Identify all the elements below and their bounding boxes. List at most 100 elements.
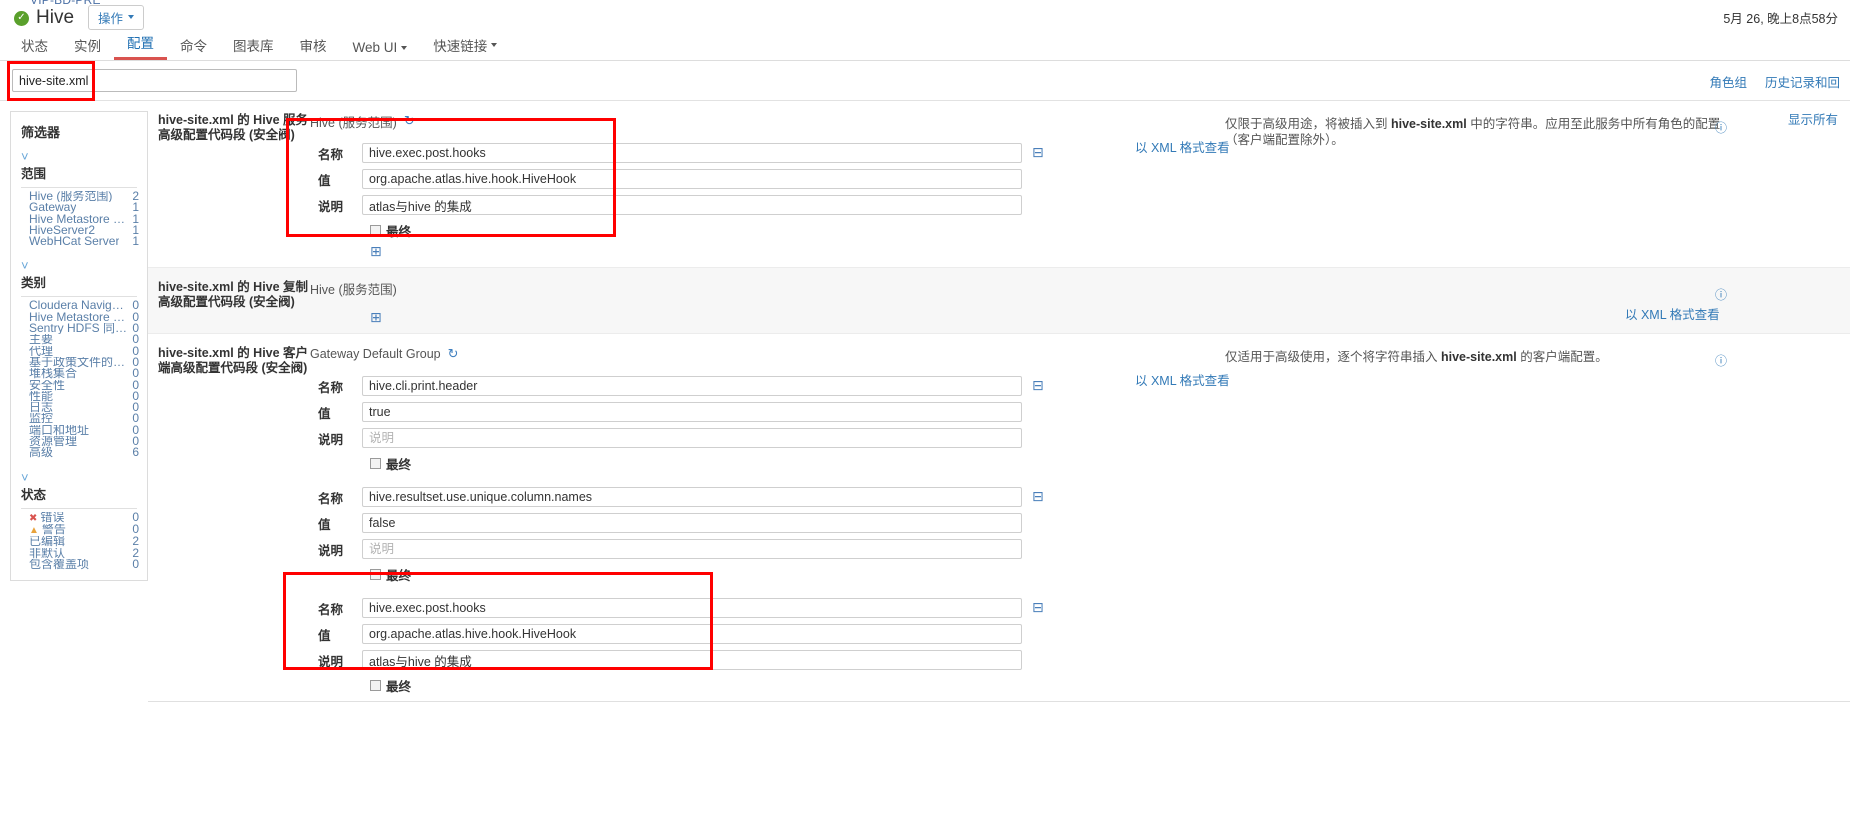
filter-item-category[interactable]: 端口和地址 0 [11, 424, 147, 437]
view-as-xml-link[interactable]: 以 XML 格式查看 [1135, 137, 1230, 156]
view-as-xml-link[interactable]: 以 XML 格式查看 [1625, 304, 1720, 323]
property-value-input[interactable] [362, 169, 1022, 189]
filter-item-category[interactable]: 代理 0 [11, 345, 147, 357]
tab-label: 审核 [299, 39, 327, 54]
filter-item-count: 1 [132, 234, 139, 249]
filter-item-category[interactable]: 主要 0 [11, 333, 147, 345]
filter-item-status-warning[interactable]: ▲ 警告 0 [11, 523, 147, 536]
filters-sidebar: 筛选器 ˅ 范围 Hive (服务范围) 2 Gateway 1 Hive Meta… [10, 111, 148, 582]
final-checkbox[interactable] [370, 680, 381, 691]
search-input[interactable] [12, 69, 297, 92]
question-circle-icon[interactable]: ⓘ [1715, 119, 1727, 136]
filter-item-scope[interactable]: HiveServer2 1 [11, 224, 147, 236]
config-scope-label: Hive (服务范围) [310, 115, 397, 130]
property-name-input[interactable] [362, 143, 1022, 163]
filter-item-scope[interactable]: Hive Metastore Ser...1 [11, 212, 147, 225]
property-row-value: 值 [310, 402, 1850, 422]
config-section-body: Gateway Default Group ↻ 以 XML 格式查看 仅适用于高… [310, 346, 1850, 699]
filter-item-status-non-default[interactable]: 非默认 2 [11, 546, 147, 559]
question-circle-icon[interactable]: ⓘ [1715, 352, 1727, 369]
property-value-input[interactable] [362, 624, 1022, 644]
actions-button[interactable]: 操作 [88, 4, 145, 30]
tab-label: 配置 [127, 36, 154, 51]
property-value-input[interactable] [362, 402, 1022, 422]
remove-property-button[interactable]: ⊟ [1032, 601, 1044, 615]
tab-commands[interactable]: 命令 [167, 32, 220, 60]
final-checkbox[interactable] [370, 569, 381, 580]
config-section-label: hive-site.xml 的 Hive 复制高级配置代码段 (安全阀) [158, 280, 309, 309]
final-label: 最终 [386, 458, 412, 472]
tab-label: 图表库 [233, 39, 274, 54]
filter-item-category[interactable]: 监控 0 [11, 412, 147, 424]
tab-audits[interactable]: 审核 [287, 32, 340, 60]
property-name-input[interactable] [362, 376, 1022, 396]
filter-item-category[interactable]: Sentry HDFS 同步... 0 [11, 322, 147, 335]
config-list: 显示所有 hive-site.xml 的 Hive 服务高级配置代码段 (安全阀… [148, 101, 1850, 707]
history-rollback-link[interactable]: 历史记录和回 [1765, 72, 1840, 91]
chevron-down-icon[interactable]: ˅ [11, 149, 147, 163]
filter-item-status-edited[interactable]: 已编辑 2 [11, 535, 147, 547]
filter-item-category[interactable]: 基于政策文件的 Se...0 [11, 356, 147, 368]
filter-item-scope[interactable]: Gateway 1 [11, 201, 147, 213]
filter-item-label: 端口和地址 [29, 424, 90, 437]
filter-item-category[interactable]: Hive Metastore 数... 0 [11, 311, 147, 323]
question-circle-icon[interactable]: ⓘ [1715, 286, 1727, 303]
filter-item-label: Hive Metastore Ser... [29, 213, 128, 225]
role-groups-link[interactable]: 角色组 [1709, 72, 1747, 91]
filter-item-category[interactable]: 堆栈集合 0 [11, 367, 147, 379]
property-name-input[interactable] [362, 598, 1022, 618]
property-name-label: 名称 [318, 380, 344, 395]
filter-item-status-error[interactable]: ✖ 错误 0 [11, 510, 147, 524]
tab-web-ui[interactable]: Web UI [340, 37, 421, 60]
tab-label: 快速链接 [433, 39, 488, 54]
view-as-xml-link[interactable]: 以 XML 格式查看 [1135, 370, 1230, 389]
warning-icon: ▲ [29, 524, 39, 536]
property-name-input[interactable] [362, 487, 1022, 507]
remove-property-button[interactable]: ⊟ [1032, 146, 1044, 160]
filter-item-scope[interactable]: WebHCat Server 1 [11, 234, 147, 249]
final-label: 最终 [386, 569, 412, 583]
tab-label: 实例 [74, 39, 101, 54]
config-scope-label: Gateway Default Group [310, 347, 441, 361]
property-description-label: 说明 [318, 543, 344, 558]
filter-item-category[interactable]: 高级 6 [11, 445, 147, 460]
service-title: Hive [36, 6, 75, 28]
final-checkbox[interactable] [370, 225, 381, 236]
filter-item-category[interactable]: Cloudera Navigator 0 [11, 299, 147, 311]
remove-property-button[interactable]: ⊟ [1032, 379, 1044, 393]
add-property-button[interactable]: ⊞ [370, 244, 382, 260]
filter-item-scope[interactable]: Hive (服务范围) 2 [11, 190, 147, 202]
chevron-down-icon[interactable]: ˅ [11, 258, 147, 272]
filter-item-category[interactable]: 日志 0 [11, 401, 147, 413]
property-description-input[interactable] [362, 195, 1022, 215]
filter-item-status-overrides[interactable]: 包含覆盖项 0 [11, 558, 147, 570]
tab-quick-links[interactable]: 快速链接 [420, 32, 510, 60]
filter-group-status-title: 状态 [21, 487, 47, 502]
config-description: 仅限于高级用途，将被插入到 hive-site.xml 中的字符串。应用至此服务… [1225, 117, 1721, 147]
property-description-label: 说明 [318, 432, 344, 447]
tab-status[interactable]: 状态 [8, 32, 61, 60]
final-checkbox[interactable] [370, 458, 381, 469]
chevron-down-icon [491, 43, 498, 47]
property-value-input[interactable] [362, 513, 1022, 533]
filter-item-count: 6 [132, 445, 139, 460]
property-description-input[interactable] [362, 650, 1022, 670]
property-description-input[interactable] [362, 539, 1022, 559]
filter-item-category[interactable]: 资源管理 0 [11, 435, 147, 447]
remove-property-button[interactable]: ⊟ [1032, 490, 1044, 504]
reset-icon[interactable]: ↻ [404, 113, 415, 129]
property-description-input[interactable] [362, 428, 1022, 448]
filter-item-label: 非默认 [29, 547, 66, 559]
filter-item-label: 高级 [29, 447, 54, 459]
tab-charts[interactable]: 图表库 [220, 32, 287, 60]
reset-icon[interactable]: ↻ [448, 346, 459, 362]
filter-item-category[interactable]: 性能 0 [11, 390, 147, 402]
filter-item-label: 代理 [29, 345, 54, 357]
config-section-label: hive-site.xml 的 Hive 服务高级配置代码段 (安全阀) [158, 113, 309, 142]
add-property-button[interactable]: ⊞ [370, 310, 382, 326]
filter-item-label: Sentry HDFS 同步... [29, 323, 129, 335]
filter-item-category[interactable]: 安全性 0 [11, 378, 147, 391]
property-row-name: 名称 ⊟ [310, 376, 1850, 396]
chevron-down-icon[interactable]: ˅ [11, 470, 147, 484]
tab-instances[interactable]: 实例 [61, 32, 114, 60]
